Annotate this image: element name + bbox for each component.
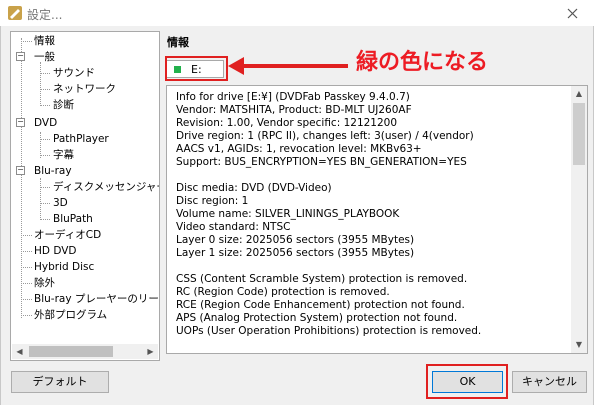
scrollbar-thumb[interactable]	[573, 103, 585, 165]
tree-item-bluray-player-region[interactable]: Blu-ray プレーヤーのリージ	[34, 291, 159, 307]
scroll-left-icon[interactable]: ◀	[12, 344, 27, 359]
window-border-left	[0, 26, 1, 405]
scroll-up-icon[interactable]: ▲	[571, 86, 587, 102]
info-line: Video standard: NTSC	[176, 221, 291, 233]
settings-tree[interactable]: − − − 情報 一般 サウンド ネットワーク 診断 DVD PathPlaye…	[10, 31, 160, 361]
tree-item-pathplayer[interactable]: PathPlayer	[53, 131, 109, 147]
info-line: Drive region: 1 (RPC II), changes left: …	[176, 130, 474, 142]
annotation-highlight-box	[165, 56, 228, 81]
info-line: AACS v1, AGIDs: 1, revocation level: MKB…	[176, 143, 422, 155]
tree-item-hd-dvd[interactable]: HD DVD	[34, 243, 77, 259]
drive-info-text[interactable]: Info for drive [E:¥] (DVDFab Passkey 9.4…	[166, 85, 588, 354]
info-line: Layer 0 size: 2025056 sectors (3955 MByt…	[176, 234, 415, 246]
close-button[interactable]	[558, 1, 586, 25]
tree-item-hybrid-disc[interactable]: Hybrid Disc	[34, 259, 94, 275]
info-line: Disc media: DVD (DVD-Video)	[176, 182, 332, 194]
info-line: Revision: 1.00, Vendor specific: 1212120…	[176, 117, 398, 129]
tree-item-general[interactable]: 一般	[34, 49, 55, 65]
info-line: APS (Analog Protection System) protectio…	[176, 312, 458, 324]
cancel-button[interactable]: キャンセル	[512, 371, 587, 393]
tree-item-audio-cd[interactable]: オーディオCD	[34, 227, 101, 243]
tree-item-subtitles[interactable]: 字幕	[53, 147, 74, 163]
close-icon	[567, 8, 577, 18]
info-line: UOPs (User Operation Prohibitions) prote…	[176, 325, 482, 337]
info-line: Disc region: 1	[176, 195, 249, 207]
vertical-scrollbar[interactable]: ▲ ▼	[571, 86, 587, 353]
info-line: Vendor: MATSHITA, Product: BD-MLT UJ260A…	[176, 104, 412, 116]
info-line: RCE (Region Code Enhancement) protection…	[176, 299, 465, 311]
annotation-arrow-icon	[228, 57, 348, 75]
info-line: Volume name: SILVER_LININGS_PLAYBOOK	[176, 208, 400, 220]
collapse-icon[interactable]: −	[16, 118, 25, 127]
default-button[interactable]: デフォルト	[11, 371, 109, 393]
collapse-icon[interactable]: −	[16, 166, 25, 175]
tree-item-info[interactable]: 情報	[34, 33, 55, 49]
tree-item-blupath[interactable]: BluPath	[53, 211, 93, 227]
info-line: Support: BUS_ENCRYPTION=YES BN_GENERATIO…	[176, 156, 467, 168]
window-title: 設定...	[27, 8, 63, 22]
info-line: RC (Region Code) protection is removed.	[176, 286, 390, 298]
scrollbar-thumb[interactable]	[29, 346, 113, 357]
tree-item-disc-messenger[interactable]: ディスクメッセンジャー	[53, 179, 159, 195]
info-line: Layer 1 size: 2025056 sectors (3955 MByt…	[176, 247, 415, 259]
tree-item-bluray[interactable]: Blu-ray	[34, 163, 72, 179]
scroll-right-icon[interactable]: ▶	[143, 344, 158, 359]
tree-item-external-programs[interactable]: 外部プログラム	[34, 307, 107, 323]
tree-item-exclusions[interactable]: 除外	[34, 275, 55, 291]
info-line: Info for drive [E:¥] (DVDFab Passkey 9.4…	[176, 91, 410, 103]
tree-item-sound[interactable]: サウンド	[53, 65, 95, 81]
info-line: CSS (Content Scramble System) protection…	[176, 273, 468, 285]
app-icon	[8, 6, 22, 20]
title-bar: 設定...	[0, 0, 594, 26]
collapse-icon[interactable]: −	[16, 52, 25, 61]
annotation-text: 緑の色になる	[356, 50, 489, 75]
scroll-down-icon[interactable]: ▼	[571, 337, 587, 353]
ok-button[interactable]: OK	[432, 371, 503, 393]
tree-item-diagnostics[interactable]: 診断	[53, 97, 74, 113]
tree-item-3d[interactable]: 3D	[53, 195, 68, 211]
tree-item-dvd[interactable]: DVD	[34, 115, 57, 131]
horizontal-scrollbar[interactable]: ◀ ▶	[12, 344, 158, 359]
tree-item-network[interactable]: ネットワーク	[53, 81, 116, 97]
section-title: 情報	[167, 36, 189, 49]
